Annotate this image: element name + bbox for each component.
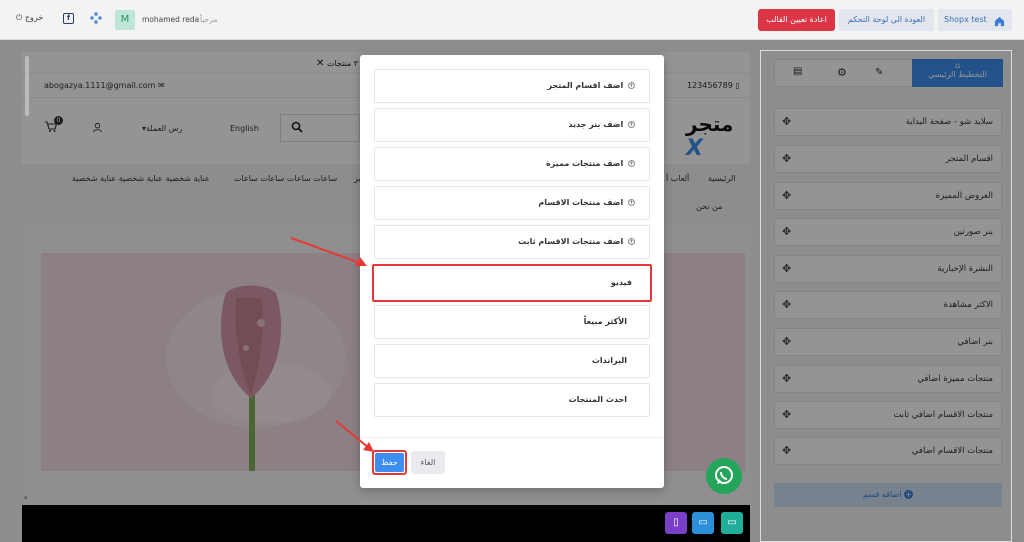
mobile-view-button[interactable]: ▯ [665,512,687,534]
option-brands[interactable]: البراندات [374,344,650,378]
option-add-featured-products[interactable]: اضف منتجات مميزة + [374,147,650,181]
facebook-icon[interactable]: f [63,13,74,24]
user-name: mohamed reda [142,15,200,24]
plus-circle-icon: + [628,199,635,206]
annotation-arrow-video [290,237,367,266]
option-add-new-banner[interactable]: اضف بنر جديد + [374,108,650,142]
option-video[interactable]: فيديو [372,264,652,302]
option-best-sellers[interactable]: الأكثر مبيعاً [374,305,650,339]
plus-circle-icon: + [628,160,635,167]
dots-icon[interactable] [89,11,103,25]
preview-scrollbar[interactable] [25,56,29,116]
reset-template-button[interactable]: اعادة تعيين القالب [758,9,835,31]
whatsapp-icon [715,466,733,484]
annotation-arrow-save [335,420,374,452]
desktop-icon: ▭ [727,517,737,528]
welcome-text: مرحباً [200,15,218,24]
plus-circle-icon: + [628,82,635,89]
preview-footer [22,505,750,542]
modal-footer-divider [360,437,664,438]
cancel-button[interactable]: الغاء [411,451,445,474]
logout-button[interactable]: ⏻ خروج [16,13,43,23]
whatsapp-button[interactable] [706,458,742,494]
scroll-down-arrow[interactable]: ▾ [24,494,28,502]
option-latest-products[interactable]: احدث المنتجات [374,383,650,417]
store-link[interactable]: Shopx test [938,9,1012,31]
desktop-view-button[interactable]: ▭ [721,512,743,534]
option-add-store-categories[interactable]: اضف اقسام المتجر + [374,69,650,103]
back-to-dashboard-button[interactable]: العودة الي لوحة التحكم [839,9,934,31]
tablet-icon: ▭ [698,517,708,528]
option-add-category-products[interactable]: اضف منتجات الاقسام + [374,186,650,220]
panel-overlay [761,51,1011,541]
add-section-modal: اضف اقسام المتجر + اضف بنر جديد + اضف من… [360,55,664,488]
plus-circle-icon: + [628,238,635,245]
home-icon [994,14,1005,27]
plus-circle-icon: + [628,121,635,128]
option-add-category-products-fixed[interactable]: اضف منتجات الاقسام ثابت + [374,225,650,259]
power-icon: ⏻ [16,13,23,22]
top-bar: Shopx test العودة الي لوحة التحكم اعادة … [0,0,1024,40]
mobile-icon: ▯ [673,517,679,528]
tablet-view-button[interactable]: ▭ [692,512,714,534]
avatar[interactable]: M [115,10,135,30]
right-panel: ⌂ التخطيط الرئيسي ✎ ⚙ ▤ ✥ سلايد شو - صفحة… [760,50,1012,542]
